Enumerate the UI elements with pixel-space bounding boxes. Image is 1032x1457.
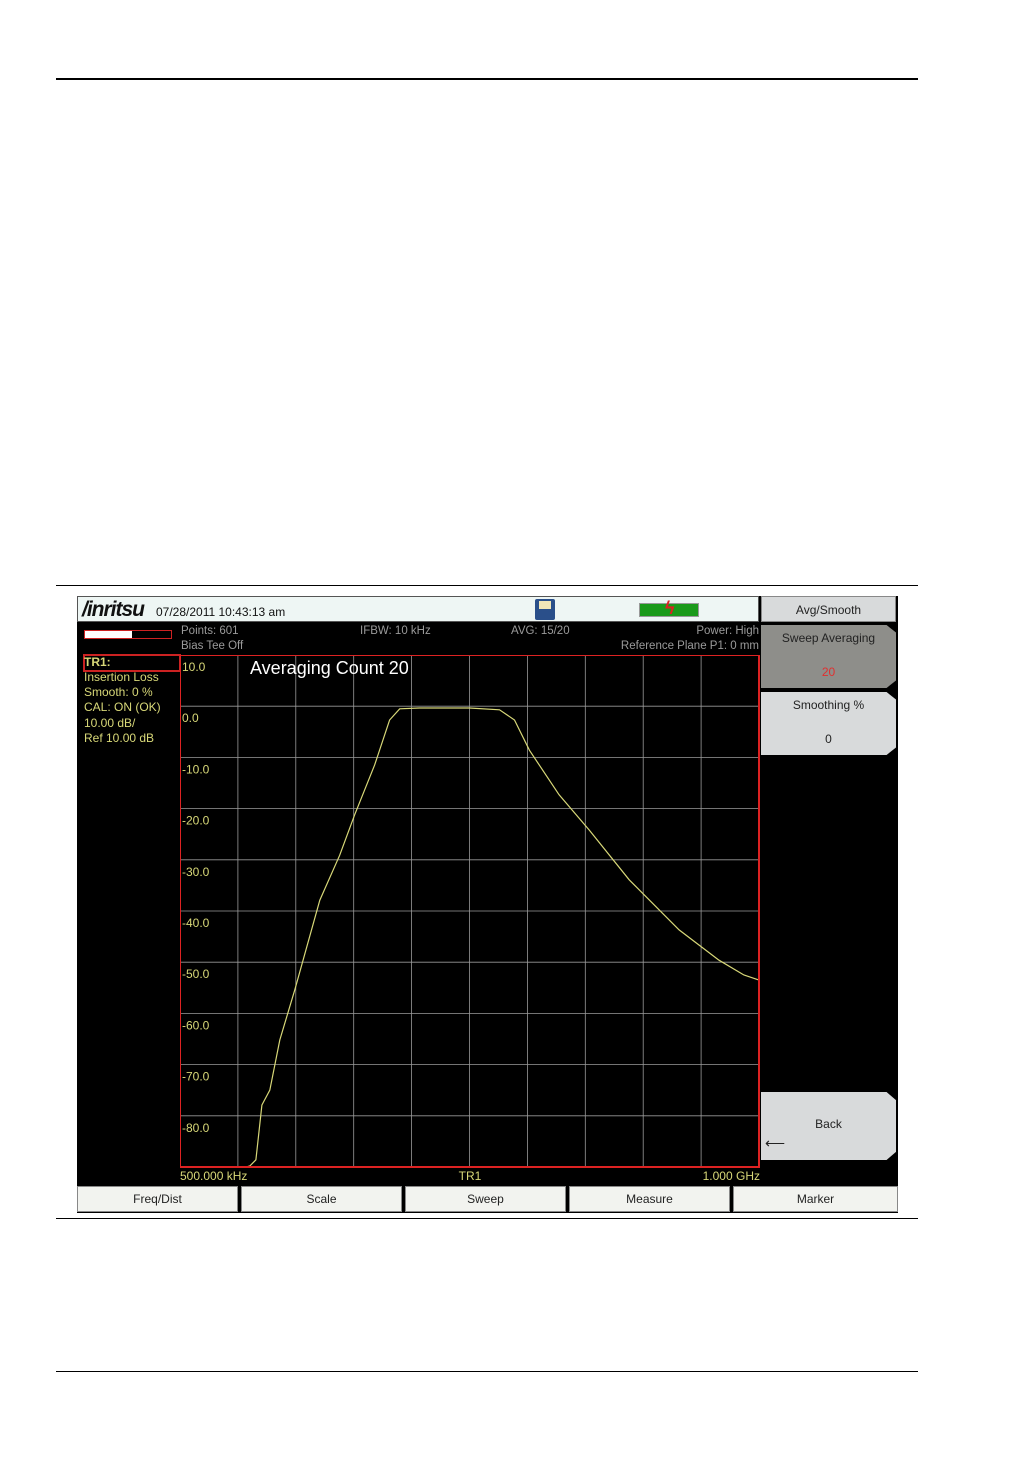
smooth-info: Smooth: 0 % bbox=[84, 685, 153, 699]
y-tick-label: -50.0 bbox=[182, 967, 210, 981]
anritsu-logo: /inritsu bbox=[82, 598, 145, 621]
y-tick-label: 10.0 bbox=[182, 660, 206, 674]
sweep-averaging-button[interactable]: Sweep Averaging 20 bbox=[761, 625, 896, 688]
menu-freq-dist[interactable]: Freq/Dist bbox=[77, 1186, 238, 1212]
datetime: 07/28/2011 10:43:13 am bbox=[156, 605, 286, 619]
sweep-progress-bar bbox=[84, 630, 172, 639]
ifbw-label: IFBW: 10 kHz bbox=[360, 625, 431, 637]
save-disk-icon[interactable] bbox=[535, 599, 555, 620]
ref-info: Ref 10.00 dB bbox=[84, 731, 155, 745]
figure-bottom-rule bbox=[56, 1218, 918, 1219]
sweep-averaging-value: 20 bbox=[821, 665, 836, 679]
back-button[interactable]: Back ⟵ bbox=[761, 1092, 896, 1160]
bias-tee-label: Bias Tee Off bbox=[181, 640, 244, 652]
power-label: Power: High bbox=[696, 625, 759, 637]
start-frequency: 500.000 kHz bbox=[180, 1169, 247, 1183]
figure-top-rule bbox=[56, 585, 918, 586]
averaging-count-annotation: Averaging Count 20 bbox=[250, 658, 409, 678]
points-label: Points: 601 bbox=[181, 625, 239, 637]
title-bar: /inritsu 07/28/2011 10:43:13 am ϟ bbox=[77, 596, 759, 622]
cal-info: CAL: ON (OK) bbox=[84, 700, 161, 714]
header-rule bbox=[56, 78, 918, 80]
trace-name: TR1: bbox=[84, 655, 111, 669]
y-tick-label: -10.0 bbox=[182, 762, 210, 776]
y-tick-label: -30.0 bbox=[182, 865, 210, 879]
menu-sweep[interactable]: Sweep bbox=[405, 1186, 566, 1212]
menu-marker[interactable]: Marker bbox=[733, 1186, 898, 1212]
smoothing-button[interactable]: Smoothing % 0 bbox=[761, 692, 896, 755]
instrument-screen: /inritsu 07/28/2011 10:43:13 am ϟ Points… bbox=[77, 596, 898, 1213]
y-tick-label: -20.0 bbox=[182, 814, 210, 828]
measurement-type: Insertion Loss bbox=[84, 670, 159, 684]
sweep-averaging-label: Sweep Averaging bbox=[781, 631, 876, 645]
back-arrow-icon: ⟵ bbox=[765, 1135, 786, 1151]
footer-rule bbox=[56, 1371, 918, 1372]
menu-measure[interactable]: Measure bbox=[569, 1186, 730, 1212]
menu-title: Avg/Smooth bbox=[761, 596, 896, 622]
trace-center-label: TR1 bbox=[459, 1169, 482, 1183]
smoothing-label: Smoothing % bbox=[792, 698, 865, 712]
menu-scale[interactable]: Scale bbox=[241, 1186, 402, 1212]
back-label: Back bbox=[815, 1117, 842, 1131]
avg-label: AVG: 15/20 bbox=[511, 625, 570, 637]
y-tick-label: 0.0 bbox=[182, 711, 199, 725]
battery-charging-icon: ϟ bbox=[639, 598, 699, 618]
y-tick-label: -70.0 bbox=[182, 1070, 210, 1084]
reference-plane-label: Reference Plane P1: 0 mm bbox=[620, 640, 759, 652]
insertion-loss-chart: 10.0 0.0 -10.0 -20.0 -30.0 -40.0 -50.0 -60.0 -70… bbox=[180, 655, 760, 1183]
smoothing-value: 0 bbox=[825, 732, 832, 746]
y-tick-label: -60.0 bbox=[182, 1018, 210, 1032]
scale-info: 10.00 dB/ bbox=[84, 716, 136, 730]
stop-frequency: 1.000 GHz bbox=[703, 1169, 760, 1183]
y-tick-label: -80.0 bbox=[182, 1121, 210, 1135]
y-tick-label: -40.0 bbox=[182, 916, 210, 930]
